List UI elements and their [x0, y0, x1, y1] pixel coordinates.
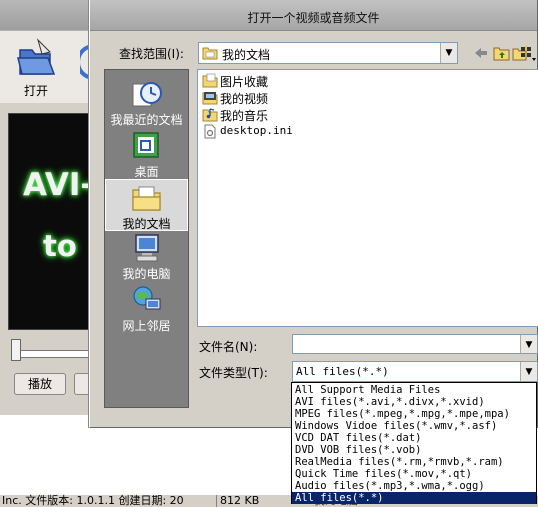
filetype-option[interactable]: All Support Media Files: [292, 384, 536, 396]
filetype-option[interactable]: Quick Time files(*.mov,*.qt): [292, 468, 536, 480]
desktop-icon: [132, 132, 159, 158]
filetype-option-selected[interactable]: All files(*.*): [292, 492, 536, 504]
file-name: 图片收藏: [220, 75, 269, 89]
seek-thumb[interactable]: [11, 339, 21, 361]
up-folder-icon[interactable]: [493, 44, 511, 62]
filename-input[interactable]: ▼: [292, 334, 538, 354]
video-preview: AVI- to: [8, 113, 93, 330]
filetype-option[interactable]: Windows Vidoe files(*.wmv,*.asf): [292, 420, 536, 432]
my-computer-icon: [134, 234, 159, 262]
filetype-dropdown-list[interactable]: All Support Media Files AVI files(*.avi,…: [291, 382, 537, 504]
videos-folder-icon: [202, 92, 218, 105]
open-file-dialog: 打开一个视频或音频文件 查找范围(I): 我的文档 ▼ 我最近的文档 桌面 我的…: [89, 0, 538, 428]
chevron-down-icon[interactable]: ▼: [520, 335, 537, 353]
filetype-option[interactable]: AVI files(*.avi,*.divx,*.xvid): [292, 396, 536, 408]
filetype-value: All files(*.*): [296, 365, 389, 378]
file-name: 我的音乐: [220, 109, 269, 123]
place-label: 网上邻居: [122, 319, 171, 333]
background-app-window: 打开 AVI- to 播放: [0, 0, 100, 415]
look-in-label: 查找范围(I):: [119, 47, 184, 61]
seek-track[interactable]: [20, 350, 100, 358]
back-arrow-icon[interactable]: [472, 44, 490, 62]
places-bar: 我最近的文档 桌面 我的文档 我的电脑 网上邻居: [104, 69, 189, 408]
filetype-option[interactable]: VCD DAT files(*.dat): [292, 432, 536, 444]
file-name: desktop.ini: [220, 124, 293, 137]
open-button-label: 打开: [23, 84, 48, 98]
pictures-folder-icon: [202, 73, 218, 88]
ini-file-icon: [204, 124, 216, 139]
view-menu-icon[interactable]: [520, 44, 536, 62]
video-title-line1: AVI-: [23, 167, 93, 203]
filename-label: 文件名(N):: [199, 340, 258, 354]
place-label: 我最近的文档: [110, 113, 183, 127]
filetype-label: 文件类型(T):: [199, 366, 268, 380]
look-in-combo[interactable]: 我的文档 ▼: [198, 42, 458, 64]
music-folder-icon: [202, 108, 218, 122]
open-button[interactable]: 打开: [10, 36, 62, 98]
filetype-option[interactable]: RealMedia files(*.rm,*rmvb,*.ram): [292, 456, 536, 468]
place-network[interactable]: 网上邻居: [105, 282, 188, 334]
seek-bar[interactable]: [8, 336, 100, 364]
status-file-info: Inc. 文件版本: 1.0.1.1 创建日期: 20: [2, 494, 184, 507]
place-my-documents[interactable]: 我的文档: [105, 179, 188, 231]
filetype-option[interactable]: MPEG files(*.mpeg,*.mpg,*.mpe,mpa): [292, 408, 536, 420]
look-in-value: 我的文档: [222, 48, 271, 62]
recent-docs-icon: [132, 82, 162, 107]
place-my-computer[interactable]: 我的电脑: [105, 230, 188, 282]
chevron-down-icon[interactable]: ▼: [440, 43, 457, 63]
status-file-size: 812 KB: [216, 495, 259, 507]
place-label: 桌面: [134, 165, 159, 179]
place-label: 我的电脑: [122, 267, 171, 281]
chevron-down-icon[interactable]: ▼: [520, 362, 537, 381]
dialog-titlebar[interactable]: 打开一个视频或音频文件: [90, 0, 537, 31]
file-name: 我的视频: [220, 92, 269, 106]
place-desktop[interactable]: 桌面: [105, 128, 188, 180]
my-documents-icon: [131, 186, 161, 211]
video-title-line2: to: [43, 229, 77, 263]
filetype-option[interactable]: DVD VOB files(*.vob): [292, 444, 536, 456]
file-list[interactable]: 图片收藏 我的视频 我的音乐 desktop.ini: [197, 69, 538, 327]
network-places-icon: [132, 286, 160, 310]
place-recent-documents[interactable]: 我最近的文档: [105, 76, 188, 128]
filetype-option[interactable]: Audio files(*.mp3,*.wma,*.ogg): [292, 480, 536, 492]
dialog-title: 打开一个视频或音频文件: [247, 11, 380, 25]
my-documents-icon: [202, 47, 218, 60]
filetype-select[interactable]: All files(*.*) ▼: [292, 361, 538, 382]
play-button[interactable]: 播放: [14, 373, 66, 395]
open-folder-icon: [17, 38, 56, 75]
